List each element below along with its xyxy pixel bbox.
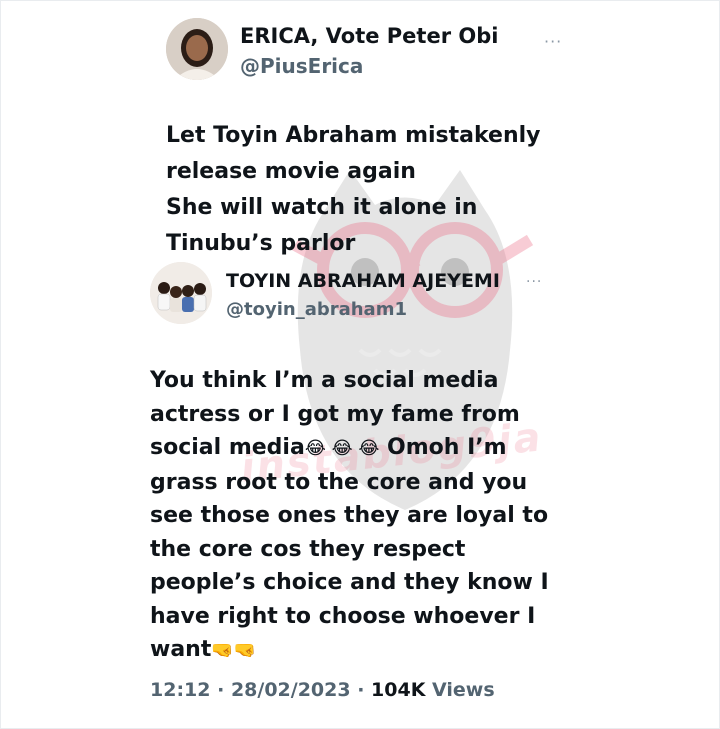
tweet-text-line: Tinubu’s parlor — [166, 231, 356, 256]
original-tweet-text: Let Toyin Abraham mistakenly release mov… — [166, 118, 566, 262]
tweet-text-line: release movie again — [166, 159, 416, 184]
reply-text-line: the core cos they respect — [150, 536, 466, 562]
separator-dot: · — [210, 679, 231, 701]
reply-text-line: have right to choose whoever I — [150, 603, 536, 629]
views-label: Views — [425, 679, 495, 701]
reply-text-segment: Omoh I’m — [387, 435, 507, 460]
avatar-photo-icon — [166, 18, 228, 80]
reply-text-line: want🤜🤜 — [150, 633, 570, 668]
fist-emoji-icon: 🤜🤜 — [211, 640, 257, 661]
author-avatar[interactable] — [166, 18, 228, 80]
author-name[interactable]: ERICA, Vote Peter Obi — [240, 24, 498, 48]
reply-text-line: actress or I got my fame from — [150, 401, 520, 427]
reply-more-options-icon[interactable]: ··· — [526, 274, 542, 290]
reply-author-avatar[interactable] — [150, 262, 212, 324]
reply-text-segment: social media — [150, 435, 305, 460]
tweet-text-line: Let Toyin Abraham mistakenly — [166, 123, 541, 148]
views-count[interactable]: 104K — [371, 679, 425, 701]
reply-text-line: social media😂 😂 😂 Omoh I’m — [150, 431, 570, 466]
author-handle[interactable]: @PiusErica — [240, 54, 363, 78]
separator-dot: · — [350, 679, 372, 701]
tweet-time[interactable]: 12:12 — [150, 679, 210, 701]
reply-text-line: You think I’m a social media — [150, 368, 499, 393]
reply-text-line: grass root to the core and you — [150, 469, 528, 495]
reply-tweet-text: You think I’m a social media actress or … — [150, 364, 570, 668]
reply-text-line: people’s choice and they know I — [150, 570, 549, 595]
more-options-icon[interactable]: ··· — [544, 32, 562, 51]
tweet-text-line: She will watch it alone in — [166, 195, 478, 220]
reply-text-segment: want — [150, 637, 212, 662]
laughing-emoji-icon: 😂 😂 😂 — [304, 438, 380, 459]
reply-author-handle[interactable]: @toyin_abraham1 — [226, 299, 407, 320]
reply-author-name[interactable]: TOYIN ABRAHAM AJEYEMI — [226, 270, 500, 292]
reply-text-line: see those ones they are loyal to — [150, 503, 549, 528]
avatar-group-photo-icon — [150, 262, 212, 324]
tweet-date[interactable]: 28/02/2023 — [231, 679, 351, 701]
tweet-metadata: 12:12 · 28/02/2023 · 104K Views — [150, 679, 495, 701]
